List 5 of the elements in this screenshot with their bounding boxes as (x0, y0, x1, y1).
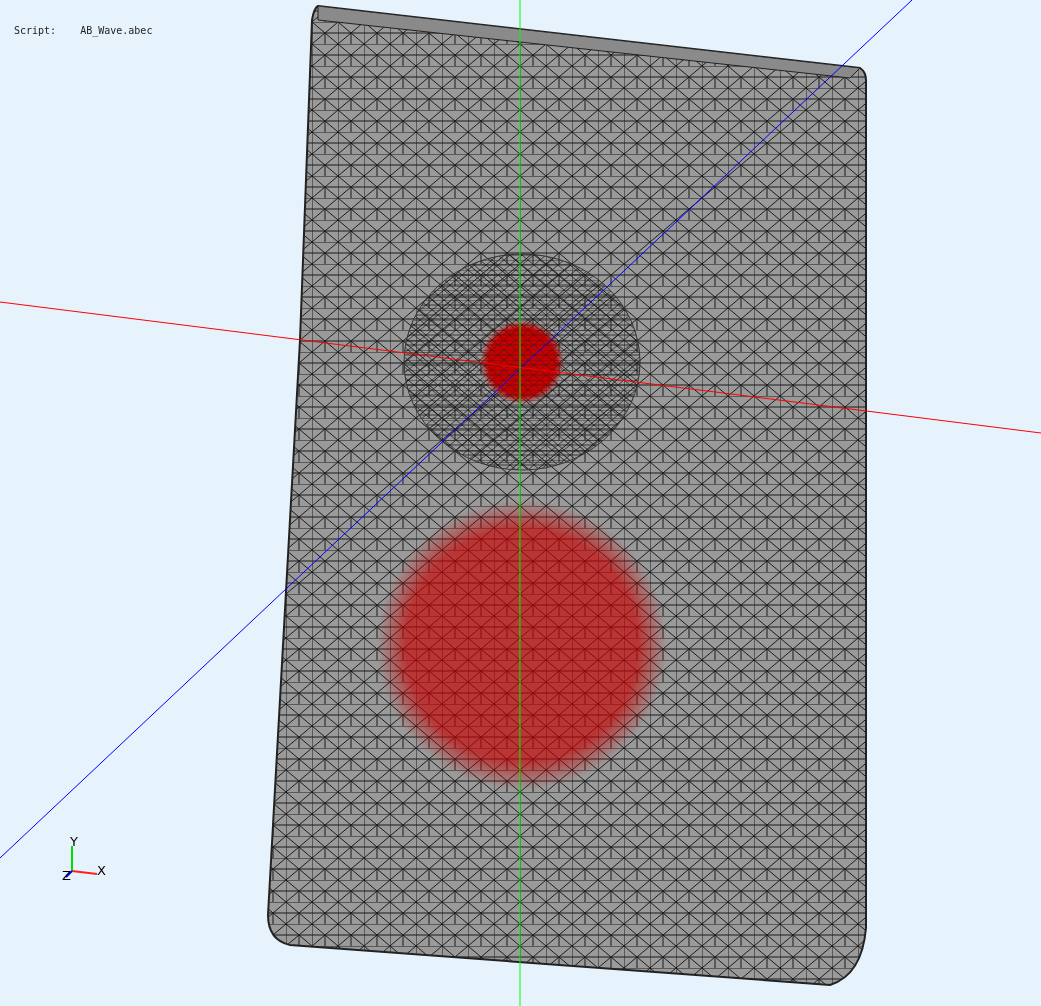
z-axis-label: Z (62, 868, 71, 883)
x-axis-label: X (97, 863, 106, 878)
y-axis-label: Y (70, 834, 78, 849)
script-label: Script: (14, 24, 57, 38)
script-filename: AB_Wave.abec (80, 24, 153, 38)
